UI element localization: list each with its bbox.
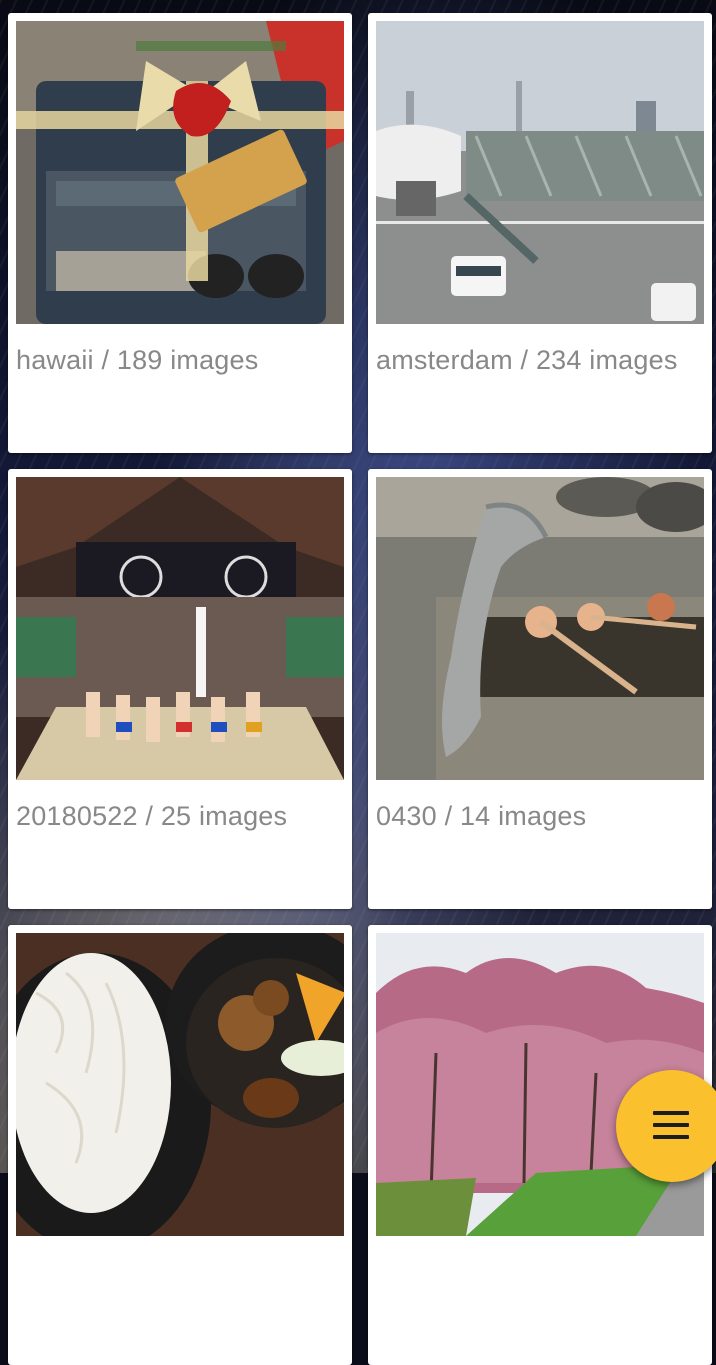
gift-package-photo — [16, 21, 344, 324]
album-card-amsterdam[interactable]: amsterdam / 234 images — [368, 13, 712, 453]
album-card-0430[interactable]: 0430 / 14 images — [368, 469, 712, 909]
album-card-hawaii[interactable]: hawaii / 189 images — [8, 13, 352, 453]
airport-jetbridge-photo — [376, 21, 704, 324]
album-thumbnail — [376, 477, 704, 780]
album-caption: 0430 / 14 images — [376, 801, 587, 831]
sumo-arena-photo — [16, 477, 344, 780]
album-caption: amsterdam / 234 images — [376, 345, 678, 375]
album-card-20180522[interactable]: 20180522 / 25 images — [8, 469, 352, 909]
album-grid: hawaii / 189 images amsterdam / 234 imag… — [0, 0, 716, 1365]
album-card[interactable] — [8, 925, 352, 1365]
noodle-meal-photo — [16, 933, 344, 1236]
dragon-fountain-photo — [376, 477, 704, 780]
menu-icon — [653, 1111, 689, 1139]
menu-fab-button[interactable] — [616, 1070, 716, 1182]
album-caption: 20180522 / 25 images — [16, 801, 288, 831]
album-thumbnail — [16, 933, 344, 1236]
album-caption: hawaii / 189 images — [16, 345, 259, 375]
album-thumbnail — [16, 477, 344, 780]
album-thumbnail — [16, 21, 344, 324]
album-thumbnail — [376, 21, 704, 324]
